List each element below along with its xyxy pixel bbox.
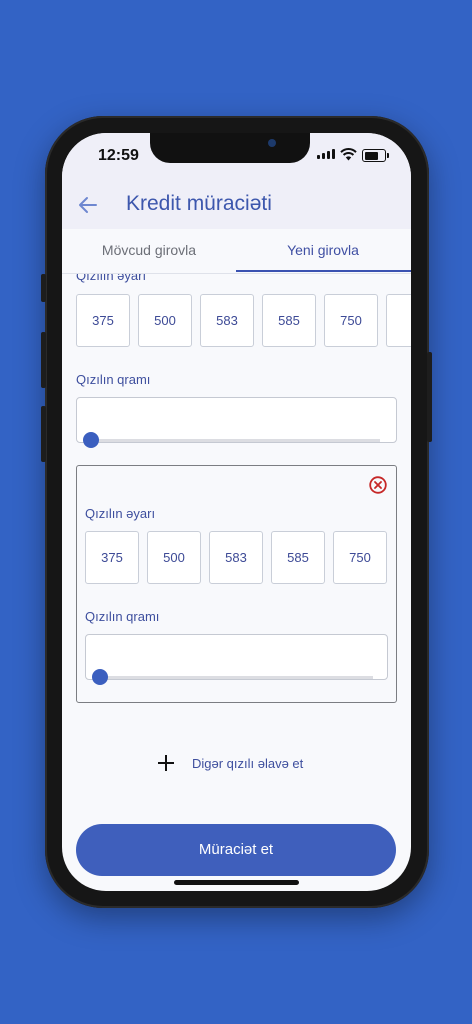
gold-2-card: Qızılın əyarı 375 500 583 585 750 Qızılı… [76,465,397,703]
tab-indicator [236,270,411,272]
notch [150,133,310,163]
home-indicator [174,880,299,885]
gold-2-weight-slider-thumb[interactable] [92,669,108,685]
gold-1-purity-585[interactable]: 585 [262,294,316,347]
gold-1-weight-label: Qızılın qramı [76,372,151,387]
gold-2-purity-585[interactable]: 585 [271,531,325,584]
tab-existing-collateral[interactable]: Mövcud girovla [62,229,236,273]
gold-1-weight-input[interactable] [76,397,397,443]
submit-button[interactable]: Müraciət et [76,824,396,876]
plus-icon [158,755,174,771]
gold-1-purity-375[interactable]: 375 [76,294,130,347]
wifi-icon [340,148,357,161]
add-other-gold-button[interactable]: Digər qızılı əlavə et [158,748,303,778]
gold-2-purity-750[interactable]: 750 [333,531,387,584]
gold-2-purity-label: Qızılın əyarı [85,506,156,521]
status-time: 12:59 [98,147,139,164]
phone-screen: 12:59 Kredit müraciəti Mövcud girovla Ye… [62,133,411,891]
gold-1-purity-500[interactable]: 500 [138,294,192,347]
power-button [427,352,432,442]
volume-down-button [41,406,46,462]
add-other-gold-label: Digər qızılı əlavə et [192,755,304,771]
camera-icon [268,139,276,147]
gold-2-purity-583[interactable]: 583 [209,531,263,584]
gold-1-purity-label: Qızılın əyarı [76,274,147,283]
gold-1-purity-583[interactable]: 583 [200,294,254,347]
gold-1-purity-more[interactable] [386,294,411,347]
battery-icon [362,149,389,162]
page-title: Kredit müraciəti [126,192,272,215]
gold-2-weight-input[interactable] [85,634,388,680]
tab-bar: Mövcud girovla Yeni girovla [62,229,411,274]
gold-1-weight-slider-thumb[interactable] [83,432,99,448]
gold-1-purity-750[interactable]: 750 [324,294,378,347]
tab-new-collateral[interactable]: Yeni girovla [236,229,410,273]
close-circle-icon[interactable] [369,476,387,494]
volume-up-button [41,332,46,388]
gold-2-purity-375[interactable]: 375 [85,531,139,584]
cellular-signal-icon [317,149,335,159]
mute-switch [41,274,46,302]
app-bar: Kredit müraciəti [62,187,411,229]
gold-2-purity-500[interactable]: 500 [147,531,201,584]
gold-2-weight-slider-track [95,676,373,679]
arrow-left-icon[interactable] [76,193,100,217]
status-bar: 12:59 [62,133,411,187]
form-content: Qızılın əyarı 375 500 583 585 750 Qızılı… [62,274,411,891]
gold-1-weight-slider-track [86,439,380,442]
gold-2-weight-label: Qızılın qramı [85,609,160,624]
